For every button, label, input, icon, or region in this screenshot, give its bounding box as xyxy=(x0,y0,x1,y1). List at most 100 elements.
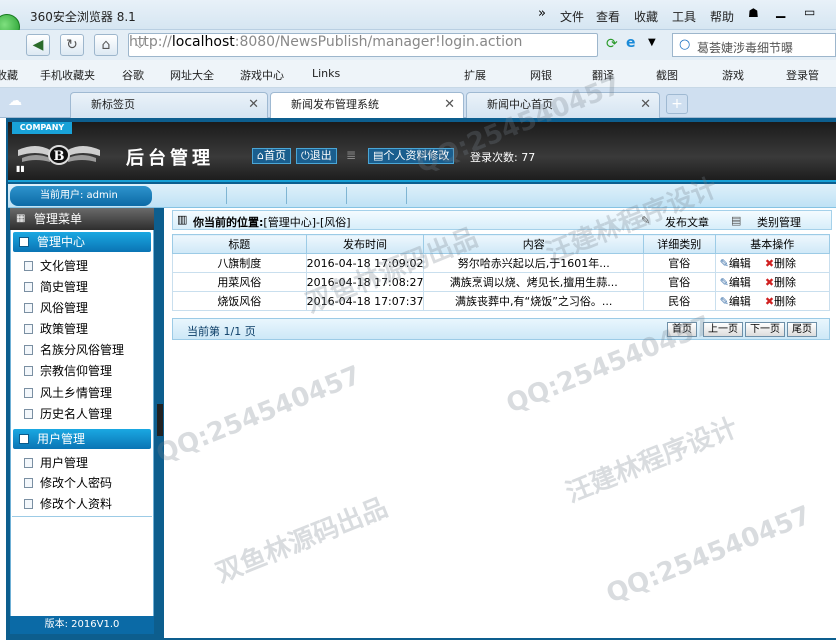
fav-google[interactable]: 谷歌 xyxy=(122,67,144,83)
pager-text: 当前第 1/1 页 xyxy=(187,325,256,338)
delete-button[interactable]: ✖删除 xyxy=(765,295,796,308)
menu-help[interactable]: 帮助 xyxy=(710,8,734,25)
fav-game[interactable]: 游戏 xyxy=(722,67,744,83)
menu-view[interactable]: 查看 xyxy=(596,8,620,25)
first-page-button[interactable]: 首页 xyxy=(667,322,697,337)
header-logout-button[interactable]: ⏻退出 xyxy=(296,148,337,164)
url-host: localhost xyxy=(171,34,235,50)
tab-news-home-label: 新闻中心首页 xyxy=(487,98,553,111)
sidebar-item-ethnic-customs[interactable]: 名族分风俗管理 xyxy=(24,342,124,358)
col-time: 发布时间 xyxy=(305,234,425,254)
fav-bank[interactable]: 网银 xyxy=(530,67,552,83)
header-profile-button[interactable]: ▤个人资料修改 xyxy=(368,148,455,164)
sidebar-item-history[interactable]: 简史管理 xyxy=(24,279,88,295)
browser-title: 360安全浏览器 8.1 xyxy=(30,10,136,24)
cloud-icon[interactable]: ☁ xyxy=(8,93,22,109)
sidebar-item-local-customs[interactable]: 风土乡情管理 xyxy=(24,385,112,401)
cell-time: 2016-04-18 17:09:02 xyxy=(305,253,425,273)
delete-button[interactable]: ✖删除 xyxy=(765,276,796,289)
header-home-button[interactable]: ⌂首页 xyxy=(252,148,291,164)
delete-button[interactable]: ✖删除 xyxy=(765,257,796,270)
home-button[interactable]: ⌂ xyxy=(94,34,118,56)
breadcrumb: ▥ 你当前的位置:[管理中心]-[风俗] ✎ 发布文章 ▤ 类别管理 xyxy=(172,210,832,230)
fav-screenshot[interactable]: 截图 xyxy=(656,67,678,83)
table-row: 八旗制度 2016-04-18 17:09:02 努尔哈赤兴起以后,于1601年… xyxy=(172,253,831,273)
folder-icon xyxy=(19,434,29,444)
location-value: [管理中心]-[风俗] xyxy=(263,216,351,229)
sidebar-item-religion[interactable]: 宗教信仰管理 xyxy=(24,363,112,379)
sidebar-item-label: 文化管理 xyxy=(40,259,89,273)
fav-translate[interactable]: 翻译 xyxy=(592,67,614,83)
sidebar-group-admin-label: 管理中心 xyxy=(37,235,86,249)
category-manage-link[interactable]: 类别管理 xyxy=(757,214,801,230)
fav-mobile[interactable]: 手机收藏夹 xyxy=(40,67,95,83)
edit-button[interactable]: ✎编辑 xyxy=(720,257,751,270)
fav-sites[interactable]: 网址大全 xyxy=(170,67,214,83)
cell-time: 2016-04-18 17:08:27 xyxy=(305,272,425,292)
location-label: 你当前的位置: xyxy=(193,216,264,229)
address-input[interactable]: ⛉ http://localhost:8080/NewsPublish/mana… xyxy=(128,33,598,57)
delete-label: 删除 xyxy=(774,276,797,289)
new-tab-button[interactable]: + xyxy=(666,94,688,114)
close-icon[interactable]: ✕ xyxy=(640,93,651,117)
ie-mode-icon[interactable]: e xyxy=(626,35,636,51)
menu-favorites[interactable]: 收藏 xyxy=(634,8,658,25)
sidebar-splitter[interactable] xyxy=(156,208,164,632)
sidebar-item-label: 风土乡情管理 xyxy=(40,386,113,400)
sidebar-group-users[interactable]: 用户管理 xyxy=(13,429,151,449)
edit-button[interactable]: ✎编辑 xyxy=(720,276,751,289)
last-page-button[interactable]: 尾页 xyxy=(787,322,817,337)
reload-icon[interactable]: ⟳ xyxy=(606,36,618,52)
sidebar-menu-title: ▦ 管理菜单 xyxy=(10,208,154,230)
prev-page-button[interactable]: 上一页 xyxy=(703,322,743,337)
close-icon[interactable]: ✕ xyxy=(248,93,259,117)
sidebar-item-label: 简史管理 xyxy=(40,280,89,294)
maximize-icon[interactable]: ▭ xyxy=(804,5,815,19)
sidebar-item-edit-profile[interactable]: 修改个人资料 xyxy=(24,496,112,512)
skin-icon[interactable]: ☗ xyxy=(748,6,759,20)
cell-content: 满族丧葬中,有“烧饭”之习俗。... xyxy=(423,291,644,311)
cell-actions: ✎编辑 ✖删除 xyxy=(714,253,831,273)
back-button[interactable]: ◀ xyxy=(26,34,50,56)
menu-tools[interactable]: 工具 xyxy=(672,8,696,25)
collapse-handle[interactable] xyxy=(157,404,163,436)
fav-login[interactable]: 登录管 xyxy=(786,67,819,83)
pencil-icon: ✎ xyxy=(719,257,729,270)
fav-extensions[interactable]: 扩展 xyxy=(464,67,486,83)
edit-button[interactable]: ✎编辑 xyxy=(720,295,751,308)
document-icon xyxy=(24,499,33,509)
chevron-right-icon[interactable]: » xyxy=(538,6,546,21)
refresh-button[interactable]: ↻ xyxy=(60,34,84,56)
tab-news-admin[interactable]: 新闻发布管理系统 ✕ xyxy=(270,92,464,118)
sidebar-item-change-password[interactable]: 修改个人密码 xyxy=(24,475,112,491)
fav-games[interactable]: 游戏中心 xyxy=(240,67,284,83)
menu-file[interactable]: 文件 xyxy=(560,8,584,25)
sidebar-group-admin[interactable]: 管理中心 xyxy=(13,232,151,252)
sidebar-item-customs[interactable]: 风俗管理 xyxy=(24,300,88,316)
search-input[interactable]: ○ 葛荟婕涉毒细节曝 xyxy=(672,33,836,57)
close-icon[interactable]: ✕ xyxy=(444,93,455,117)
sidebar-item-label: 修改个人资料 xyxy=(40,497,113,511)
sidebar-item-celebrities[interactable]: 历史名人管理 xyxy=(24,406,112,422)
pencil-icon: ✎ xyxy=(719,295,729,308)
sidebar-item-user-manage[interactable]: 用户管理 xyxy=(24,455,88,471)
pencil-icon: ✎ xyxy=(719,276,729,289)
edit-label: 编辑 xyxy=(728,295,751,308)
search-text: 葛荟婕涉毒细节曝 xyxy=(697,41,794,55)
fav-collect[interactable]: 收藏 xyxy=(0,67,18,83)
header-home-label: 首页 xyxy=(263,149,286,162)
fav-links[interactable]: Links xyxy=(312,67,340,80)
tab-news-home[interactable]: 新闻中心首页 ✕ xyxy=(466,92,660,118)
document-icon xyxy=(24,261,33,271)
minimize-icon[interactable]: ▁ xyxy=(776,4,785,18)
chevron-down-icon[interactable]: ▼ xyxy=(648,37,656,48)
sidebar-item-culture[interactable]: 文化管理 xyxy=(24,258,88,274)
version-label: 版本: 2016V1.0 xyxy=(10,616,154,634)
next-page-button[interactable]: 下一页 xyxy=(745,322,785,337)
table-header-row: 标题 发布时间 内容 详细类别 基本操作 xyxy=(172,234,831,254)
tab-new[interactable]: 新标签页 ✕ xyxy=(70,92,268,118)
publish-article-link[interactable]: 发布文章 xyxy=(665,214,709,230)
cell-title: 用菜风俗 xyxy=(172,272,307,292)
breadcrumb-text: 你当前的位置:[管理中心]-[风俗] xyxy=(193,214,351,230)
sidebar-item-policy[interactable]: 政策管理 xyxy=(24,321,88,337)
